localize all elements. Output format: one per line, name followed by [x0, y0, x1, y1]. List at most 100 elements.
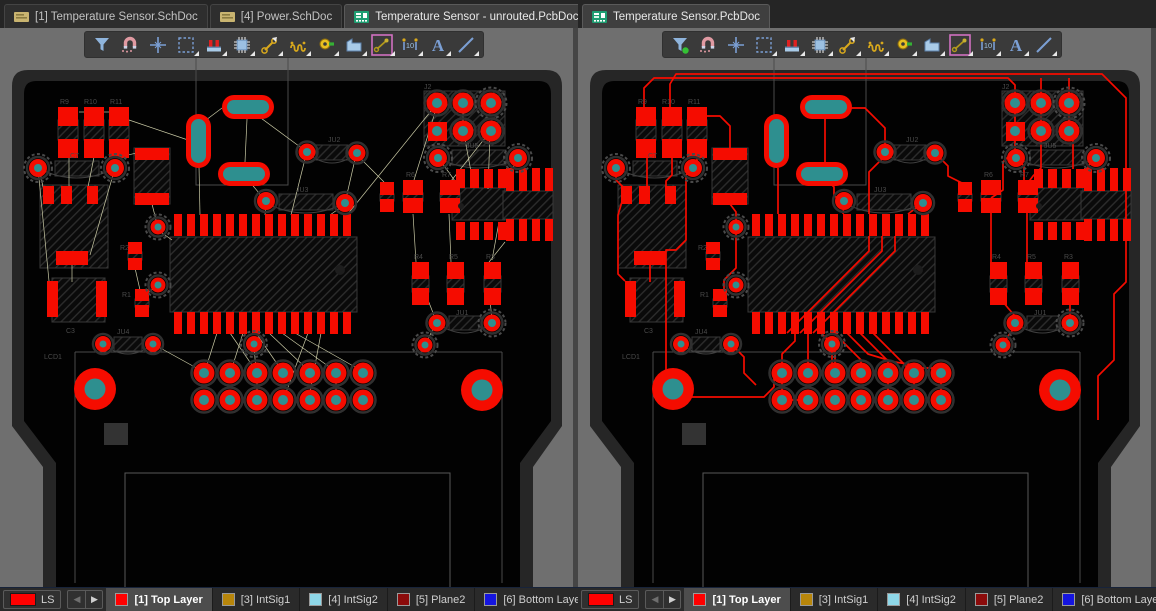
layer-set-button[interactable]: LS [3, 590, 62, 609]
standoff-dimension-tool-button[interactable]: 10 [396, 32, 424, 57]
layer-set-button[interactable]: LS [581, 590, 640, 609]
layer-tab-label: [1] Top Layer [134, 593, 203, 606]
layer-scroll-right-button[interactable]: ▶ [663, 591, 680, 608]
interactive-route-tool-button[interactable] [256, 32, 284, 57]
measure-distance-tool-button[interactable] [368, 32, 396, 57]
component-tool-button[interactable] [228, 32, 256, 57]
pad-stack-tool-button[interactable] [200, 32, 228, 57]
layer-scroll-left-button[interactable]: ◀ [68, 591, 85, 608]
pcb-workspace[interactable]: R9 R10 R11 C7 C3 R1 R2 JU3 JU2 JU5 JU1 JU4 R6 R7 R4 R5 R… [578, 28, 1156, 587]
smd-pad [532, 219, 540, 241]
dropdown-arrow-icon[interactable] [418, 51, 423, 56]
pcb-canvas[interactable]: R9 R10 R11 C7 C3 R1 R2 JU3 JU2 JU5 JU1 JU4 R6 R7 R4 R5 R… [0, 28, 578, 587]
dropdown-arrow-icon[interactable] [1024, 51, 1029, 56]
layer-tab[interactable]: [4] IntSig2 [300, 588, 388, 611]
smd-pad [239, 214, 247, 236]
interactive-route-tool-button[interactable] [834, 32, 862, 57]
smd-pad [921, 312, 929, 334]
layer-tab[interactable]: [1] Top Layer [106, 588, 213, 611]
dropdown-arrow-icon[interactable] [474, 51, 479, 56]
smd-pad [1097, 219, 1105, 241]
smd-pad [1025, 262, 1042, 279]
silkscreen-label: R5 [1027, 254, 1036, 261]
polygon-pour-tool-button[interactable] [918, 32, 946, 57]
layer-tab[interactable]: [5] Plane2 [388, 588, 476, 611]
smd-pad [713, 305, 727, 317]
pad-stack-tool-button[interactable] [778, 32, 806, 57]
layer-scroll-left-button[interactable]: ◀ [646, 591, 663, 608]
dropdown-arrow-icon[interactable] [306, 51, 311, 56]
silkscreen-label: R10 [84, 99, 97, 106]
dropdown-arrow-icon[interactable] [968, 51, 973, 56]
magnet-tool-button[interactable] [694, 32, 722, 57]
select-area-tool-button[interactable] [750, 32, 778, 57]
smd-pad [43, 186, 54, 204]
dropdown-arrow-icon[interactable] [446, 51, 451, 56]
dropdown-arrow-icon[interactable] [772, 51, 777, 56]
layer-tab[interactable]: [4] IntSig2 [878, 588, 966, 611]
dropdown-arrow-icon[interactable] [856, 51, 861, 56]
dropdown-arrow-icon[interactable] [940, 51, 945, 56]
line-tool-button[interactable] [452, 32, 480, 57]
differential-pair-tool-button[interactable] [862, 32, 890, 57]
smd-pad [869, 312, 877, 334]
crosshair-tool-button[interactable] [144, 32, 172, 57]
dropdown-arrow-icon[interactable] [828, 51, 833, 56]
layer-color-swatch [799, 593, 813, 606]
layer-tab-label: [3] IntSig1 [818, 593, 869, 606]
string-text-tool-button[interactable]: A [424, 32, 452, 57]
crosshair-tool-button[interactable] [722, 32, 750, 57]
filter-tool-button[interactable] [88, 32, 116, 57]
component-body [315, 144, 349, 161]
dropdown-arrow-icon[interactable] [1052, 51, 1057, 56]
document-tab[interactable]: [1] Temperature Sensor.SchDoc [4, 4, 208, 28]
measure-distance-tool-button[interactable] [946, 32, 974, 57]
magnet-tool-button[interactable] [116, 32, 144, 57]
dropdown-arrow-icon[interactable] [278, 51, 283, 56]
pcb-editor-window: [1] Temperature Sensor.SchDoc [4] Power.S… [0, 0, 1156, 611]
dropdown-arrow-icon[interactable] [362, 51, 367, 56]
layer-tab[interactable]: [6] Bottom Layer [475, 588, 578, 611]
differential-pair-tool-button[interactable] [284, 32, 312, 57]
layer-tab[interactable]: [6] Bottom Layer [1053, 588, 1156, 611]
dropdown-arrow-icon[interactable] [800, 51, 805, 56]
standoff-dimension-tool-button[interactable]: 10 [974, 32, 1002, 57]
layer-tab[interactable]: [3] IntSig1 [213, 588, 301, 611]
dropdown-arrow-icon[interactable] [194, 51, 199, 56]
schdoc-icon [219, 11, 235, 22]
line-tool-button[interactable] [1030, 32, 1058, 57]
filter-tool-button[interactable] [666, 32, 694, 57]
component-body [278, 193, 334, 211]
dropdown-arrow-icon[interactable] [884, 51, 889, 56]
via-tool-button[interactable] [890, 32, 918, 57]
dropdown-arrow-icon[interactable] [250, 51, 255, 56]
smd-pad [498, 222, 507, 240]
document-tab[interactable]: Temperature Sensor - unrouted.PcbDoc [344, 4, 578, 28]
dropdown-arrow-icon[interactable] [390, 51, 395, 56]
polygon-pour-tool-button[interactable] [340, 32, 368, 57]
layer-tab[interactable]: [5] Plane2 [966, 588, 1054, 611]
floating-toolbar: 10 A [662, 31, 1062, 58]
silkscreen-label: R4 [992, 254, 1001, 261]
smd-pad [1076, 222, 1085, 240]
smd-pad [665, 186, 676, 204]
pcb-canvas[interactable]: R9 R10 R11 C7 C3 R1 R2 JU3 JU2 JU5 JU1 JU4 R6 R7 R4 R5 R… [578, 28, 1156, 587]
layer-scroll-right-button[interactable]: ▶ [85, 591, 102, 608]
document-tab[interactable]: [4] Power.SchDoc [209, 4, 343, 28]
select-area-tool-button[interactable] [172, 32, 200, 57]
dropdown-arrow-icon[interactable] [334, 51, 339, 56]
document-tab[interactable]: Temperature Sensor.PcbDoc [582, 4, 771, 28]
layer-tab[interactable]: [1] Top Layer [684, 588, 791, 611]
dropdown-arrow-icon[interactable] [222, 51, 227, 56]
component-tool-button[interactable] [806, 32, 834, 57]
smd-pad [625, 281, 636, 317]
pcb-workspace[interactable]: R9 R10 R11 C7 C3 R1 R2 JU3 JU2 JU5 JU1 JU4 R6 R7 R4 R5 R… [0, 28, 578, 587]
smd-pad [1110, 219, 1118, 241]
smd-pad [484, 288, 501, 305]
dropdown-arrow-icon[interactable] [996, 51, 1001, 56]
string-text-tool-button[interactable]: A [1002, 32, 1030, 57]
dropdown-arrow-icon[interactable] [912, 51, 917, 56]
magnet-icon [122, 36, 137, 53]
layer-tab[interactable]: [3] IntSig1 [791, 588, 879, 611]
via-tool-button[interactable] [312, 32, 340, 57]
